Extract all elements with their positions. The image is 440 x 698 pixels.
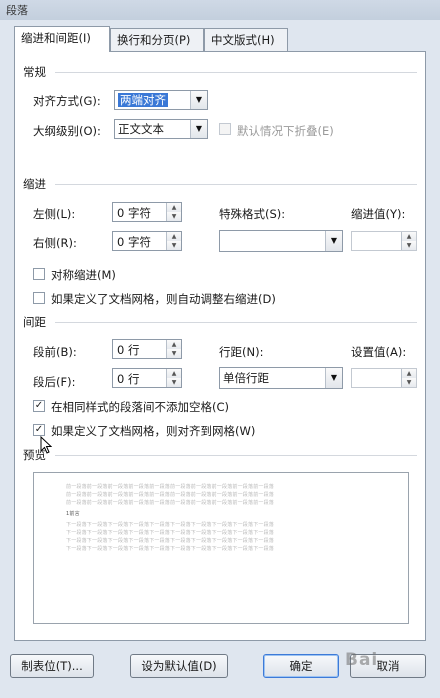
spacing-section-label: 间距 (23, 315, 46, 329)
mouse-cursor-icon (40, 436, 52, 454)
preview-next-line: 下一段落下一段落下一段落下一段落下一段落下一段落下一段落下一段落下一段落下一段落 (66, 530, 275, 536)
preview-prev-line: 前一段落前一段落前一段落前一段落前一段落前一段落前一段落前一段落前一段落前一段落 (66, 500, 275, 506)
line-spacing-select[interactable]: 单倍行距 ▼ (219, 367, 343, 389)
space-after-spinner[interactable]: 0 行 ▲ ▼ (112, 368, 182, 388)
snap-grid-checkbox[interactable]: ✓ (33, 424, 45, 436)
set-default-button[interactable]: 设为默认值(D) (130, 654, 228, 678)
ok-button[interactable]: 确定 (263, 654, 339, 678)
alignment-label: 对齐方式(G): (33, 94, 101, 108)
outline-level-value: 正文文本 (118, 122, 164, 136)
tab-indent-spacing[interactable]: 缩进和间距(I) (14, 26, 110, 52)
grid-adjust-checkbox[interactable] (33, 292, 45, 304)
tab-line-page-breaks[interactable]: 换行和分页(P) (110, 28, 204, 51)
preview-prev-line: 前一段落前一段落前一段落前一段落前一段落前一段落前一段落前一段落前一段落前一段落 (66, 492, 275, 498)
space-before-value: 0 行 (117, 343, 140, 357)
right-indent-value: 0 字符 (117, 235, 151, 249)
preview-main-line: 1前言 (66, 511, 80, 517)
divider (55, 322, 417, 323)
spin-down-icon[interactable]: ▼ (166, 349, 181, 358)
chevron-down-icon[interactable]: ▼ (325, 368, 342, 388)
spacing-at-spinner[interactable]: ▲ ▼ (351, 368, 417, 388)
chevron-down-icon[interactable]: ▼ (190, 120, 207, 138)
outline-level-select[interactable]: 正文文本 ▼ (114, 119, 208, 139)
space-before-label: 段前(B): (33, 345, 77, 359)
mirror-indent-label: 对称缩进(M) (51, 268, 116, 282)
spin-down-icon[interactable]: ▼ (166, 378, 181, 387)
spin-down-icon[interactable]: ▼ (166, 241, 181, 250)
left-indent-value: 0 字符 (117, 206, 151, 220)
spin-down-icon[interactable]: ▼ (401, 378, 416, 387)
indent-by-spinner[interactable]: ▲ ▼ (351, 231, 417, 251)
divider (55, 72, 417, 73)
space-after-label: 段后(F): (33, 375, 76, 389)
spin-down-icon[interactable]: ▼ (166, 212, 181, 221)
spacing-at-label: 设置值(A): (351, 345, 407, 359)
indent-by-label: 缩进值(Y): (351, 207, 406, 221)
right-indent-spinner[interactable]: 0 字符 ▲ ▼ (112, 231, 182, 251)
tab-panel: 常规 对齐方式(G): 两端对齐 ▼ 大纲级别(O): 正文文本 ▼ 默认情况下… (14, 51, 426, 641)
line-spacing-value: 单倍行距 (223, 371, 269, 385)
title-bar: 段落 (0, 0, 440, 20)
left-indent-spinner[interactable]: 0 字符 ▲ ▼ (112, 202, 182, 222)
special-format-select[interactable]: ▼ (219, 230, 343, 252)
space-before-spinner[interactable]: 0 行 ▲ ▼ (112, 339, 182, 359)
divider (55, 455, 417, 456)
chevron-down-icon[interactable]: ▼ (325, 231, 342, 251)
indent-section-label: 缩进 (23, 177, 46, 191)
preview-next-line: 下一段落下一段落下一段落下一段落下一段落下一段落下一段落下一段落下一段落下一段落 (66, 522, 275, 528)
spin-down-icon[interactable]: ▼ (401, 241, 416, 250)
watermark: Bai (345, 650, 379, 670)
chevron-down-icon[interactable]: ▼ (190, 91, 207, 109)
collapse-checkbox[interactable] (219, 123, 231, 135)
divider (55, 184, 417, 185)
collapse-label: 默认情况下折叠(E) (237, 124, 334, 138)
right-indent-label: 右侧(R): (33, 236, 77, 250)
tab-asian-typography[interactable]: 中文版式(H) (204, 28, 288, 51)
special-format-label: 特殊格式(S): (219, 207, 286, 221)
general-section-label: 常规 (23, 65, 46, 79)
preview-prev-line: 前一段落前一段落前一段落前一段落前一段落前一段落前一段落前一段落前一段落前一段落 (66, 484, 275, 490)
preview-box: 前一段落前一段落前一段落前一段落前一段落前一段落前一段落前一段落前一段落前一段落… (33, 472, 409, 624)
line-spacing-label: 行距(N): (219, 345, 264, 359)
grid-adjust-label: 如果定义了文档网格，则自动调整右缩进(D) (51, 292, 276, 306)
alignment-value: 两端对齐 (118, 93, 168, 107)
preview-next-line: 下一段落下一段落下一段落下一段落下一段落下一段落下一段落下一段落下一段落下一段落 (66, 546, 275, 552)
window-title: 段落 (6, 4, 28, 17)
preview-next-line: 下一段落下一段落下一段落下一段落下一段落下一段落下一段落下一段落下一段落下一段落 (66, 538, 275, 544)
tabs-button[interactable]: 制表位(T)... (10, 654, 94, 678)
no-space-checkbox[interactable]: ✓ (33, 400, 45, 412)
snap-grid-label: 如果定义了文档网格，则对齐到网格(W) (51, 424, 256, 438)
alignment-select[interactable]: 两端对齐 ▼ (114, 90, 208, 110)
no-space-label: 在相同样式的段落间不添加空格(C) (51, 400, 230, 414)
outline-level-label: 大纲级别(O): (33, 124, 101, 138)
mirror-indent-checkbox[interactable] (33, 268, 45, 280)
space-after-value: 0 行 (117, 372, 140, 386)
left-indent-label: 左侧(L): (33, 207, 76, 221)
